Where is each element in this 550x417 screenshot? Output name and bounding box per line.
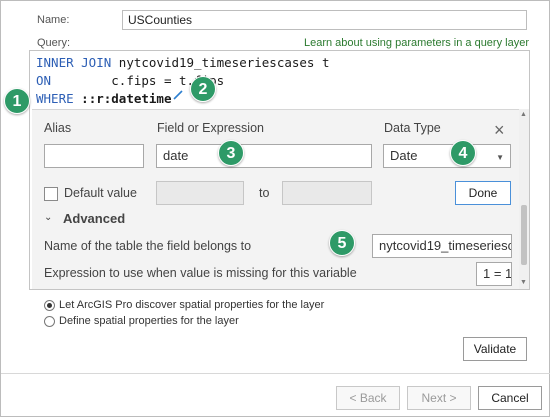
back-button[interactable]: < Back	[336, 386, 400, 410]
callout-badge-3: 3	[218, 140, 244, 166]
table-name-label: Name of the table the field belongs to	[44, 239, 252, 253]
missing-expression-label: Expression to use when value is missing …	[44, 266, 357, 280]
data-type-select[interactable]: Date ▼	[383, 144, 511, 168]
callout-badge-4: 4	[450, 140, 476, 166]
edit-pencil-icon[interactable]	[172, 89, 184, 101]
radio-define-spatial-label: Define spatial properties for the layer	[59, 315, 239, 327]
query-label: Query:	[37, 37, 71, 49]
alias-label: Alias	[44, 121, 72, 135]
default-value-checkbox[interactable]	[44, 187, 58, 201]
chevron-down-icon[interactable]: ⌄	[44, 212, 52, 223]
to-label: to	[259, 186, 270, 200]
learn-parameters-link[interactable]: Learn about using parameters in a query …	[304, 37, 529, 49]
field-expression-label: Field or Expression	[157, 121, 264, 135]
divider	[1, 373, 550, 374]
scroll-up-icon[interactable]: ▲	[520, 111, 527, 118]
parameter-panel: Alias Field or Expression Data Type × da…	[32, 109, 519, 289]
callout-badge-2: 2	[190, 76, 216, 102]
default-value-from-input[interactable]	[156, 181, 244, 205]
data-type-value: Date	[390, 148, 418, 163]
cancel-button[interactable]: Cancel	[478, 386, 542, 410]
field-expression-input[interactable]: date	[156, 144, 372, 168]
data-type-label: Data Type	[384, 121, 441, 135]
default-value-label: Default value	[64, 186, 137, 200]
chevron-down-icon: ▼	[496, 153, 504, 162]
radio-define-spatial[interactable]	[44, 316, 55, 327]
default-value-to-input[interactable]	[282, 181, 372, 205]
scroll-down-icon[interactable]: ▼	[520, 279, 527, 286]
scroll-thumb[interactable]	[521, 205, 527, 265]
table-name-input[interactable]: nytcovid19_timeseriesc	[372, 234, 512, 258]
callout-badge-5: 5	[329, 230, 355, 256]
close-icon[interactable]: ×	[494, 121, 505, 139]
name-input[interactable]: USCounties	[122, 10, 527, 30]
radio-discover-spatial[interactable]	[44, 300, 55, 311]
next-button[interactable]: Next >	[407, 386, 471, 410]
missing-expression-input[interactable]: 1 = 1	[476, 262, 512, 286]
alias-input[interactable]	[44, 144, 144, 168]
code-line-1: INNER JOIN nytcovid19_timeseriescases t	[36, 55, 330, 70]
callout-badge-1: 1	[4, 88, 30, 114]
panel-scrollbar[interactable]: ▲ ▼	[519, 109, 529, 289]
name-label: Name:	[37, 14, 70, 26]
code-line-3: WHERE ::r:datetime	[36, 91, 172, 106]
validate-button[interactable]: Validate	[463, 337, 527, 361]
done-button[interactable]: Done	[455, 181, 511, 205]
advanced-toggle[interactable]: Advanced	[63, 211, 125, 226]
radio-discover-spatial-label: Let ArcGIS Pro discover spatial properti…	[59, 299, 325, 311]
dialog-window: Name: USCounties Query: Learn about usin…	[0, 0, 550, 417]
